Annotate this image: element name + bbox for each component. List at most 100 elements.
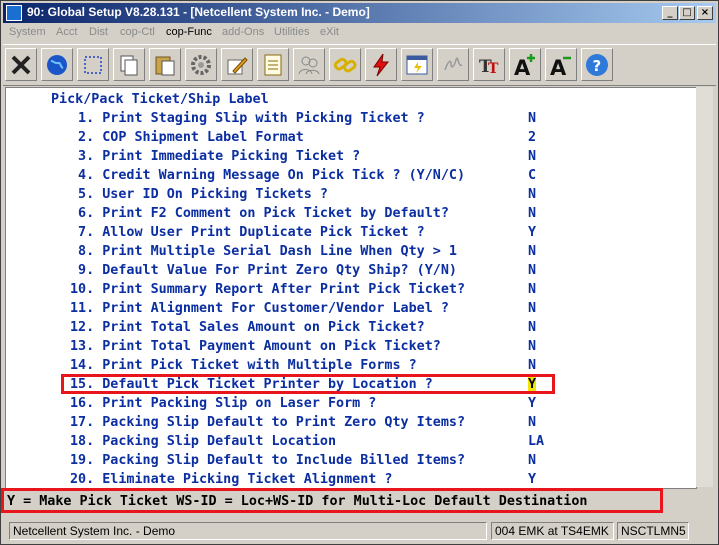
menu-cop-func[interactable]: cop-Func xyxy=(166,26,212,38)
setting-row-9[interactable]: 9. Default Value For Print Zero Qty Ship… xyxy=(70,263,457,278)
setting-label: Print Summary Report After Print Pick Ti… xyxy=(102,282,466,297)
setting-row-16[interactable]: 16. Print Packing Slip on Laser Form ? xyxy=(70,396,376,411)
setting-value-text: N xyxy=(528,244,537,259)
setting-row-18[interactable]: 18. Packing Slip Default Location xyxy=(70,434,336,449)
setting-value-19[interactable]: N xyxy=(528,453,536,468)
app-window: 90: Global Setup V8.28.131 - [Netcellent… xyxy=(0,0,719,545)
setting-row-12[interactable]: 12. Print Total Sales Amount on Pick Tic… xyxy=(70,320,425,335)
setting-number: 5. xyxy=(70,187,95,202)
setting-number: 8. xyxy=(70,244,95,259)
paste-icon[interactable] xyxy=(149,48,181,81)
setting-value-10[interactable]: N xyxy=(528,282,536,297)
setting-value-text: Y xyxy=(528,225,537,240)
setting-value-11[interactable]: N xyxy=(528,301,536,316)
setting-value-18[interactable]: LA xyxy=(528,434,544,449)
menu-add-ons[interactable]: add-Ons xyxy=(222,26,264,38)
help-icon[interactable]: ? xyxy=(581,48,613,81)
setting-value-text: Y xyxy=(528,472,537,487)
setting-label: Print Immediate Picking Ticket ? xyxy=(102,149,361,164)
font-decrease-icon[interactable]: A xyxy=(545,48,577,81)
setting-number: 17. xyxy=(70,415,95,430)
setting-label: Print Pick Ticket with Multiple Forms ? xyxy=(102,358,417,373)
setting-row-11[interactable]: 11. Print Alignment For Customer/Vendor … xyxy=(70,301,449,316)
setting-number: 14. xyxy=(70,358,95,373)
setting-label: Print Total Sales Amount on Pick Ticket? xyxy=(102,320,425,335)
close-x-icon[interactable] xyxy=(5,48,37,81)
setting-value-20[interactable]: Y xyxy=(528,472,536,487)
setting-row-20[interactable]: 20. Eliminate Picking Ticket Alignment ? xyxy=(70,472,392,487)
menu-system[interactable]: System xyxy=(9,26,46,38)
setting-value-3[interactable]: N xyxy=(528,149,536,164)
setting-value-text: N xyxy=(528,263,537,278)
setting-label: Print Staging Slip with Picking Ticket ? xyxy=(102,111,425,126)
menu-utilities[interactable]: Utilities xyxy=(274,26,309,38)
text-font-icon[interactable]: TT xyxy=(473,48,505,81)
signature-icon[interactable] xyxy=(437,48,469,81)
setting-value-16[interactable]: Y xyxy=(528,396,536,411)
notepad-icon[interactable] xyxy=(257,48,289,81)
setting-row-7[interactable]: 7. Allow User Print Duplicate Pick Ticke… xyxy=(70,225,425,240)
setting-value-2[interactable]: 2 xyxy=(528,130,536,145)
setting-value-text: N xyxy=(528,149,537,164)
setting-number: 12. xyxy=(70,320,95,335)
edit-pencil-icon[interactable] xyxy=(221,48,253,81)
setting-number: 6. xyxy=(70,206,95,221)
setting-value-text: N xyxy=(528,282,537,297)
setting-row-10[interactable]: 10. Print Summary Report After Print Pic… xyxy=(70,282,465,297)
vertical-scrollbar[interactable] xyxy=(696,87,713,487)
menu-dist[interactable]: Dist xyxy=(89,26,108,38)
setting-row-6[interactable]: 6. Print F2 Comment on Pick Ticket by De… xyxy=(70,206,449,221)
setting-row-19[interactable]: 19. Packing Slip Default to Include Bill… xyxy=(70,453,465,468)
lightning-icon[interactable] xyxy=(365,48,397,81)
setting-row-14[interactable]: 14. Print Pick Ticket with Multiple Form… xyxy=(70,358,417,373)
setting-value-6[interactable]: N xyxy=(528,206,536,221)
setting-value-8[interactable]: N xyxy=(528,244,536,259)
setting-value-9[interactable]: N xyxy=(528,263,536,278)
status-bar: Netcellent System Inc. - Demo 004 EMK at… xyxy=(3,520,716,542)
settings-gear-icon[interactable] xyxy=(185,48,217,81)
setting-value-5[interactable]: N xyxy=(528,187,536,202)
svg-text:A: A xyxy=(514,56,531,78)
menu-cop-ctl[interactable]: cop-Ctl xyxy=(120,26,155,38)
menu-exit[interactable]: eXit xyxy=(320,26,339,38)
terminal-screen[interactable]: Pick/Pack Ticket/Ship Label 1. Print Sta… xyxy=(5,87,697,489)
maximize-button[interactable]: □ xyxy=(679,6,695,20)
setting-value-14[interactable]: N xyxy=(528,358,536,373)
setting-value-12[interactable]: N xyxy=(528,320,536,335)
setting-row-3[interactable]: 3. Print Immediate Picking Ticket ? xyxy=(70,149,360,164)
chain-link-icon[interactable] xyxy=(329,48,361,81)
minimize-button[interactable]: _ xyxy=(662,6,678,20)
setting-value-text: 2 xyxy=(528,130,537,145)
setting-number: 7. xyxy=(70,225,95,240)
status-company: Netcellent System Inc. - Demo xyxy=(9,522,487,540)
setting-value-4[interactable]: C xyxy=(528,168,536,183)
setting-row-5[interactable]: 5. User ID On Picking Tickets ? xyxy=(70,187,328,202)
setting-row-4[interactable]: 4. Credit Warning Message On Pick Tick ?… xyxy=(70,168,465,183)
close-button[interactable]: × xyxy=(697,6,713,20)
font-increase-icon[interactable]: A xyxy=(509,48,541,81)
title-bar[interactable]: 90: Global Setup V8.28.131 - [Netcellent… xyxy=(3,3,716,23)
globe-icon[interactable] xyxy=(41,48,73,81)
setting-value-17[interactable]: N xyxy=(528,415,536,430)
setting-value-text: N xyxy=(528,339,537,354)
setting-value-13[interactable]: N xyxy=(528,339,536,354)
setting-label: Eliminate Picking Ticket Alignment ? xyxy=(102,472,393,487)
select-box-icon[interactable] xyxy=(77,48,109,81)
setting-row-13[interactable]: 13. Print Total Payment Amount on Pick T… xyxy=(70,339,441,354)
setting-value-text: N xyxy=(528,453,537,468)
people-icon[interactable] xyxy=(293,48,325,81)
setting-row-17[interactable]: 17. Packing Slip Default to Print Zero Q… xyxy=(70,415,465,430)
setting-row-8[interactable]: 8. Print Multiple Serial Dash Line When … xyxy=(70,244,457,259)
setting-value-text: C xyxy=(528,168,537,183)
setting-value-7[interactable]: Y xyxy=(528,225,536,240)
copy-icon[interactable] xyxy=(113,48,145,81)
setting-row-2[interactable]: 2. COP Shipment Label Format xyxy=(70,130,304,145)
svg-text:T: T xyxy=(488,61,499,77)
menu-acct[interactable]: Acct xyxy=(56,26,77,38)
window-title: 90: Global Setup V8.28.131 - [Netcellent… xyxy=(27,5,370,19)
setting-row-1[interactable]: 1. Print Staging Slip with Picking Ticke… xyxy=(70,111,425,126)
setting-value-1[interactable]: N xyxy=(528,111,536,126)
setting-value-text: LA xyxy=(528,434,545,449)
chart-window-icon[interactable] xyxy=(401,48,433,81)
setting-label: Packing Slip Default to Print Zero Qty I… xyxy=(102,415,466,430)
